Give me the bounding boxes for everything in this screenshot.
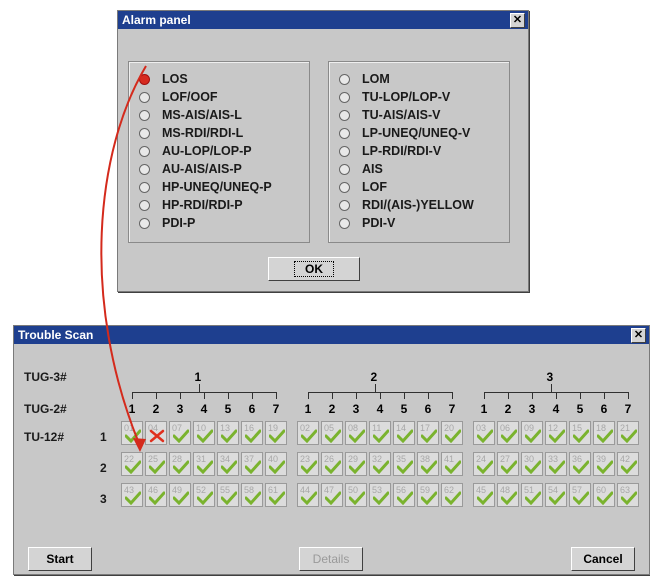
annotation-arrow [100,65,147,452]
